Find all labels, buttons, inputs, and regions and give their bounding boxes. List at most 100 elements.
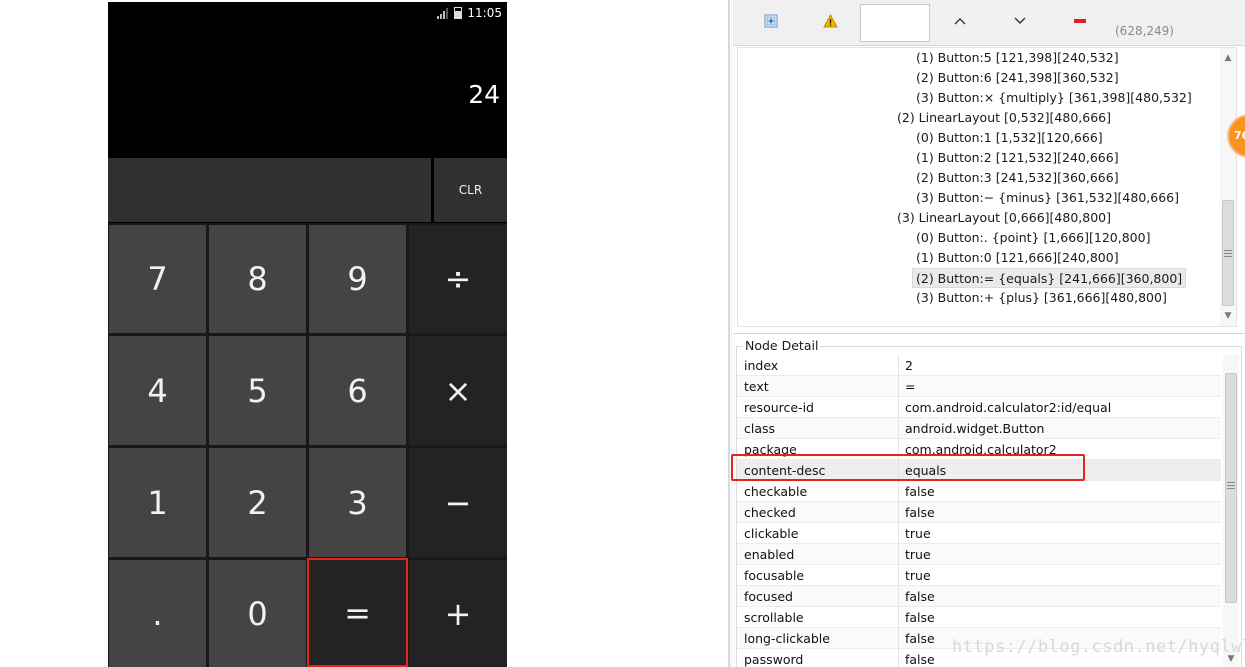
- detail-value: com.android.calculator2:id/equal: [905, 400, 1112, 415]
- key-point[interactable]: .: [109, 560, 206, 667]
- detail-row[interactable]: index 2: [737, 355, 1221, 376]
- detail-value: false: [905, 505, 935, 520]
- detail-value: true: [905, 526, 931, 541]
- scroll-thumb[interactable]: [1222, 200, 1234, 306]
- status-bar: 11:05: [108, 2, 507, 24]
- highlight-box: [731, 454, 1085, 481]
- screen: 11:05 24 CLR 7 8 9 ÷ 4 5 6 × 1 2 3 − . 0…: [0, 0, 1245, 667]
- tree-node[interactable]: (3) LinearLayout [0,666][480,800]: [897, 208, 1111, 228]
- detail-value: false: [905, 484, 935, 499]
- scroll-thumb[interactable]: [1225, 373, 1237, 603]
- detail-value: true: [905, 568, 931, 583]
- detail-key: focused: [744, 589, 793, 604]
- key-multiply[interactable]: ×: [409, 336, 507, 445]
- detail-key: focusable: [744, 568, 805, 583]
- detail-key: clickable: [744, 526, 799, 541]
- detail-value: false: [905, 652, 935, 667]
- formula-row: CLR: [108, 158, 507, 224]
- calculator-display: 24: [108, 24, 507, 158]
- hierarchy-tree: (1) Button:5 [121,398][240,532] (2) Butt…: [737, 47, 1237, 327]
- watermark: https://blog.csdn.net/hyqlwl: [952, 637, 1245, 657]
- key-2[interactable]: 2: [209, 448, 306, 557]
- down-arrow-icon[interactable]: [1009, 10, 1031, 32]
- detail-row[interactable]: checkable false: [737, 481, 1221, 502]
- detail-value: true: [905, 547, 931, 562]
- detail-key: index: [744, 358, 779, 373]
- tree-node[interactable]: (1) Button:2 [121,532][240,666]: [916, 148, 1119, 168]
- scroll-up-icon[interactable]: ▲: [1222, 52, 1234, 64]
- node-detail-title: Node Detail: [743, 338, 821, 353]
- expand-icon[interactable]: [760, 10, 782, 32]
- clear-button[interactable]: CLR: [434, 158, 507, 222]
- warning-icon[interactable]: [819, 10, 841, 32]
- scroll-down-icon[interactable]: ▼: [1222, 310, 1234, 322]
- detail-row[interactable]: enabled true: [737, 544, 1221, 565]
- node-detail-panel: Node Detail index 2 text = resource-id com.…: [733, 333, 1245, 667]
- detail-row[interactable]: scrollable false: [737, 607, 1221, 628]
- battery-icon: [454, 7, 463, 19]
- detail-value: =: [905, 379, 916, 394]
- toolbar-input[interactable]: [860, 4, 930, 42]
- key-4[interactable]: 4: [109, 336, 206, 445]
- formula-field[interactable]: [108, 158, 431, 222]
- detail-row[interactable]: checked false: [737, 502, 1221, 523]
- key-minus[interactable]: −: [409, 448, 507, 557]
- detail-key: checked: [744, 505, 796, 520]
- detail-key: class: [744, 421, 776, 436]
- detail-key: enabled: [744, 547, 795, 562]
- cursor-coordinates: (628,249): [1115, 24, 1174, 38]
- device-screen: 11:05 24 CLR 7 8 9 ÷ 4 5 6 × 1 2 3 − . 0…: [108, 2, 507, 667]
- tree-node[interactable]: (0) Button:1 [1,532][120,666]: [916, 128, 1103, 148]
- tree-node[interactable]: (2) Button:6 [241,398][360,532]: [916, 68, 1119, 88]
- tree-node[interactable]: (3) Button:× {multiply} [361,398][480,53…: [916, 88, 1192, 108]
- key-equals[interactable]: =: [307, 558, 408, 667]
- tree-node[interactable]: (3) Button:+ {plus} [361,666][480,800]: [916, 288, 1167, 308]
- tree-node[interactable]: (2) LinearLayout [0,532][480,666]: [897, 108, 1111, 128]
- detail-key: text: [744, 379, 769, 394]
- detail-key: long-clickable: [744, 631, 830, 646]
- key-6[interactable]: 6: [309, 336, 406, 445]
- key-0[interactable]: 0: [209, 560, 306, 667]
- detail-value: false: [905, 610, 935, 625]
- tree-scrollbar[interactable]: ▲ ▼: [1220, 48, 1236, 326]
- detail-value: false: [905, 631, 935, 646]
- key-5[interactable]: 5: [209, 336, 306, 445]
- detail-value: false: [905, 589, 935, 604]
- status-time: 11:05: [467, 6, 502, 20]
- key-plus[interactable]: +: [409, 560, 507, 667]
- detail-key: scrollable: [744, 610, 804, 625]
- key-8[interactable]: 8: [209, 225, 306, 333]
- panel-divider-edge: [731, 0, 732, 667]
- detail-value: android.widget.Button: [905, 421, 1045, 436]
- keypad: 7 8 9 ÷ 4 5 6 × 1 2 3 − . 0 = +: [108, 223, 507, 667]
- display-value: 24: [468, 80, 500, 109]
- detail-row[interactable]: text =: [737, 376, 1221, 397]
- signal-icon: [437, 7, 449, 19]
- detail-scrollbar[interactable]: ▼: [1223, 355, 1239, 667]
- detail-row[interactable]: class android.widget.Button: [737, 418, 1221, 439]
- tree-node[interactable]: (0) Button:. {point} [1,666][120,800]: [916, 228, 1150, 248]
- tree-node[interactable]: (1) Button:5 [121,398][240,532]: [916, 48, 1119, 68]
- key-1[interactable]: 1: [109, 448, 206, 557]
- remove-icon[interactable]: [1069, 10, 1091, 32]
- detail-row[interactable]: clickable true: [737, 523, 1221, 544]
- key-9[interactable]: 9: [309, 225, 406, 333]
- key-divide[interactable]: ÷: [409, 225, 507, 333]
- node-detail-table: index 2 text = resource-id com.android.calc…: [737, 355, 1221, 667]
- detail-key: resource-id: [744, 400, 814, 415]
- tree-node[interactable]: (1) Button:0 [121,666][240,800]: [916, 248, 1119, 268]
- key-7[interactable]: 7: [109, 225, 206, 333]
- toolbar: (628,249): [733, 0, 1245, 46]
- tree-node[interactable]: (2) Button:3 [241,532][360,666]: [916, 168, 1119, 188]
- panel-divider[interactable]: [728, 0, 730, 667]
- up-arrow-icon[interactable]: [949, 10, 971, 32]
- tree-node[interactable]: (3) Button:− {minus} [361,532][480,666]: [916, 188, 1179, 208]
- tree-node-selected[interactable]: (2) Button:= {equals} [241,666][360,800]: [912, 268, 1187, 288]
- key-3[interactable]: 3: [309, 448, 406, 557]
- detail-row[interactable]: focusable true: [737, 565, 1221, 586]
- detail-key: checkable: [744, 484, 808, 499]
- detail-row[interactable]: resource-id com.android.calculator2:id/eq…: [737, 397, 1221, 418]
- detail-key: password: [744, 652, 804, 667]
- detail-value: 2: [905, 358, 913, 373]
- detail-row[interactable]: focused false: [737, 586, 1221, 607]
